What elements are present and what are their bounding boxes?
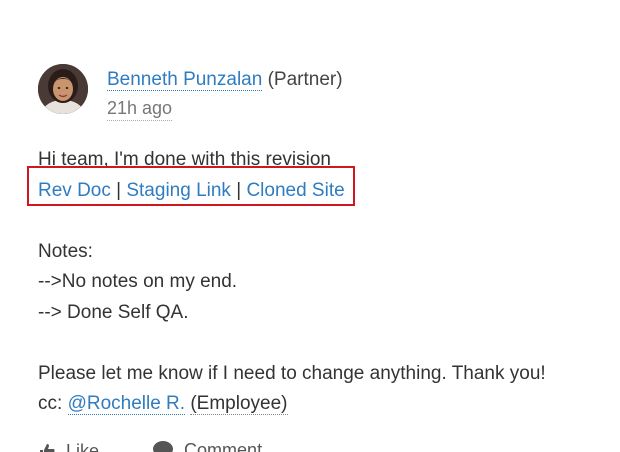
comment-label: Comment bbox=[184, 440, 263, 452]
rev-doc-link[interactable]: Rev Doc bbox=[38, 180, 111, 201]
note-item: -->No notes on my end. bbox=[38, 271, 238, 292]
speech-bubble-icon bbox=[153, 441, 174, 452]
cc-line: cc: @Rochelle R. (Employee) bbox=[38, 389, 598, 420]
post-links-row: Rev Doc | Staging Link | Cloned Site bbox=[38, 176, 598, 207]
cc-mention-link[interactable]: @Rochelle R. bbox=[67, 393, 186, 415]
link-separator: | bbox=[236, 179, 242, 201]
post-closing: Please let me know if I need to change a… bbox=[38, 362, 546, 384]
post-card: Benneth Punzalan (Partner) 21h ago Hi te… bbox=[0, 0, 620, 452]
like-button[interactable]: Like bbox=[38, 439, 99, 452]
author-line: Benneth Punzalan (Partner) bbox=[107, 67, 343, 93]
link-separator: | bbox=[116, 179, 122, 201]
note-item: --> Done Self QA. bbox=[38, 301, 189, 323]
like-label: Like bbox=[66, 441, 100, 452]
notes-heading: Notes: bbox=[38, 240, 93, 262]
author-name-link[interactable]: Benneth Punzalan bbox=[107, 69, 263, 91]
cloned-site-link[interactable]: Cloned Site bbox=[246, 180, 344, 201]
post-actions: Like Comment bbox=[38, 438, 310, 452]
post-intro: Hi team, I'm done with this revision bbox=[38, 149, 331, 170]
post-timestamp[interactable]: 21h ago bbox=[107, 96, 173, 121]
post-body: Hi team, I'm done with this revision Rev… bbox=[38, 145, 598, 420]
staging-link[interactable]: Staging Link bbox=[126, 180, 231, 201]
thumbs-up-icon bbox=[40, 444, 55, 452]
avatar-image bbox=[38, 64, 88, 114]
cc-label: cc: bbox=[38, 393, 63, 414]
comment-button[interactable]: Comment bbox=[152, 438, 262, 452]
cc-mention-role: (Employee) bbox=[190, 393, 288, 415]
author-role: (Partner) bbox=[267, 69, 343, 90]
author-avatar[interactable] bbox=[38, 64, 88, 114]
